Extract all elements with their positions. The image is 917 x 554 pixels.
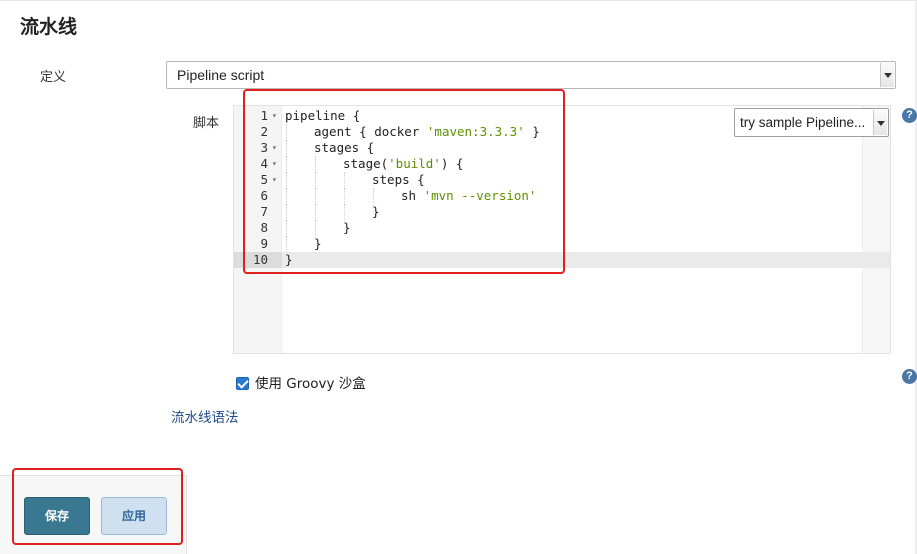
annotation-highlight-editor xyxy=(243,89,565,274)
groovy-sandbox-checkbox[interactable] xyxy=(236,377,249,390)
chevron-down-icon[interactable] xyxy=(873,110,887,135)
definition-select-value: Pipeline script xyxy=(177,67,265,83)
definition-select[interactable]: Pipeline script xyxy=(166,61,896,89)
sample-pipeline-value: try sample Pipeline... xyxy=(740,115,866,130)
sample-pipeline-select[interactable]: try sample Pipeline... xyxy=(734,108,889,137)
groovy-sandbox-label: 使用 Groovy 沙盒 xyxy=(255,376,366,392)
definition-label: 定义 xyxy=(40,70,67,85)
help-icon[interactable]: ? xyxy=(902,369,917,384)
annotation-highlight-buttons xyxy=(12,468,183,545)
script-label: 脚本 xyxy=(193,116,220,131)
top-border xyxy=(0,0,917,4)
section-title: 流水线 xyxy=(20,16,78,38)
pipeline-syntax-link[interactable]: 流水线语法 xyxy=(171,406,239,426)
chevron-down-icon[interactable] xyxy=(880,63,894,87)
help-icon[interactable]: ? xyxy=(902,108,917,123)
